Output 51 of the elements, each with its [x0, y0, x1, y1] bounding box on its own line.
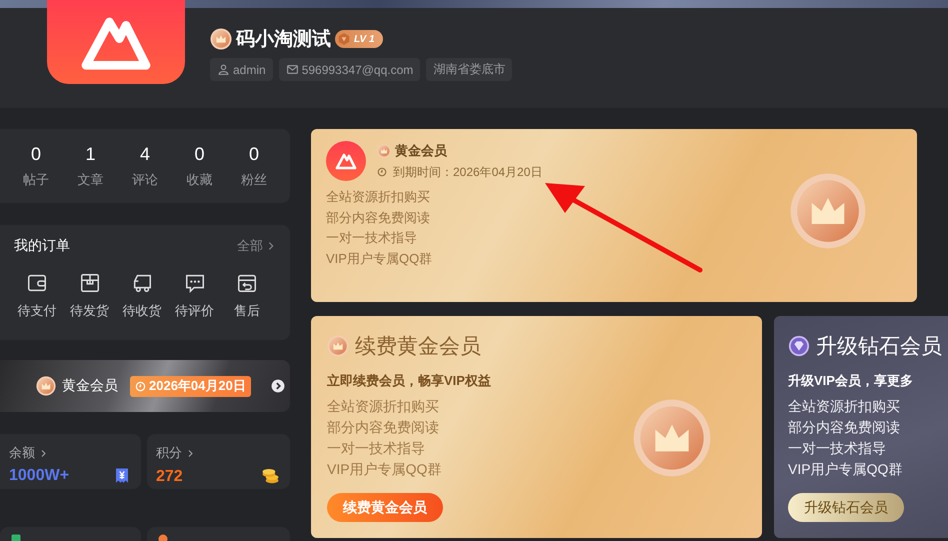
- expiry-date: 到期时间：2026年04月20日: [393, 164, 542, 180]
- wallet-label[interactable]: 余额: [9, 444, 48, 462]
- stat-label[interactable]: 帖子: [23, 170, 49, 188]
- order-status-item[interactable]: 待评价: [172, 272, 218, 320]
- benefit-text: 一对一技术指导: [327, 439, 426, 458]
- benefit-text: VIP用户专属QQ群: [788, 460, 904, 479]
- stat-value: 0: [194, 144, 204, 164]
- order-status-item[interactable]: 待支付: [14, 272, 60, 320]
- benefit-text: 部分内容免费阅读: [788, 418, 901, 437]
- plan-title: 升级钻石会员: [816, 334, 942, 360]
- benefit-text: 一对一技术指导: [788, 439, 887, 458]
- benefit-text: VIP用户专属QQ群: [327, 460, 442, 479]
- order-status-item[interactable]: 待收货: [119, 272, 165, 320]
- plan-subtitle: 立即续费会员，畅享VIP权益: [327, 372, 491, 390]
- stat-value: 0: [248, 144, 259, 164]
- level-badge: LV 1: [335, 30, 383, 48]
- vip-level: 黄金会员: [395, 142, 447, 160]
- plan-button[interactable]: 续费黄金会员: [327, 493, 443, 522]
- stat-label[interactable]: 收藏: [186, 170, 212, 188]
- info-tag: admin: [210, 58, 273, 81]
- benefit-text: VIP用户专属QQ群: [326, 250, 434, 268]
- user-name: 码小淘测试: [236, 28, 331, 52]
- stat-label[interactable]: 文章: [78, 170, 104, 188]
- stat-value: 0: [30, 144, 41, 164]
- benefit-text: 部分内容免费阅读: [326, 208, 431, 226]
- wallet-label[interactable]: 积分: [156, 444, 195, 462]
- wallet-value: 272: [156, 468, 183, 486]
- plan-subtitle: 升级VIP会员，享更多: [788, 372, 914, 390]
- benefit-text: 全站资源折扣购买: [788, 397, 901, 416]
- stat-value: 4: [140, 144, 150, 164]
- member-level: 黄金会员: [62, 377, 118, 395]
- plan-button[interactable]: 升级钻石会员: [788, 493, 904, 522]
- orders-title: 我的订单: [14, 237, 70, 255]
- stat-label[interactable]: 粉丝: [241, 170, 267, 188]
- benefit-text: 全站资源折扣购买: [326, 188, 431, 206]
- order-status-item[interactable]: 待发货: [66, 272, 112, 320]
- benefit-text: 一对一技术指导: [326, 229, 418, 247]
- benefit-text: 部分内容免费阅读: [327, 418, 440, 437]
- expiry-badge: 2026年04月20日: [130, 376, 251, 396]
- stat-value: 1: [85, 144, 96, 164]
- wallet-card[interactable]: 余额 1000W+: [0, 434, 141, 489]
- info-tag: 596993347@qq.com: [278, 58, 420, 81]
- wallet-card[interactable]: 积分 272: [147, 434, 290, 489]
- member-banner[interactable]: 黄金会员 2026年04月20日: [0, 360, 290, 412]
- order-status-item[interactable]: 售后: [224, 272, 270, 320]
- view-all-link[interactable]: 全部: [237, 237, 276, 255]
- benefit-text: 全站资源折扣购买: [327, 397, 440, 416]
- wallet-value: 1000W+: [9, 467, 70, 485]
- plan-title: 续费黄金会员: [355, 334, 481, 360]
- info-tag: 湖南省娄底市: [426, 58, 512, 81]
- stat-label[interactable]: 评论: [132, 170, 158, 188]
